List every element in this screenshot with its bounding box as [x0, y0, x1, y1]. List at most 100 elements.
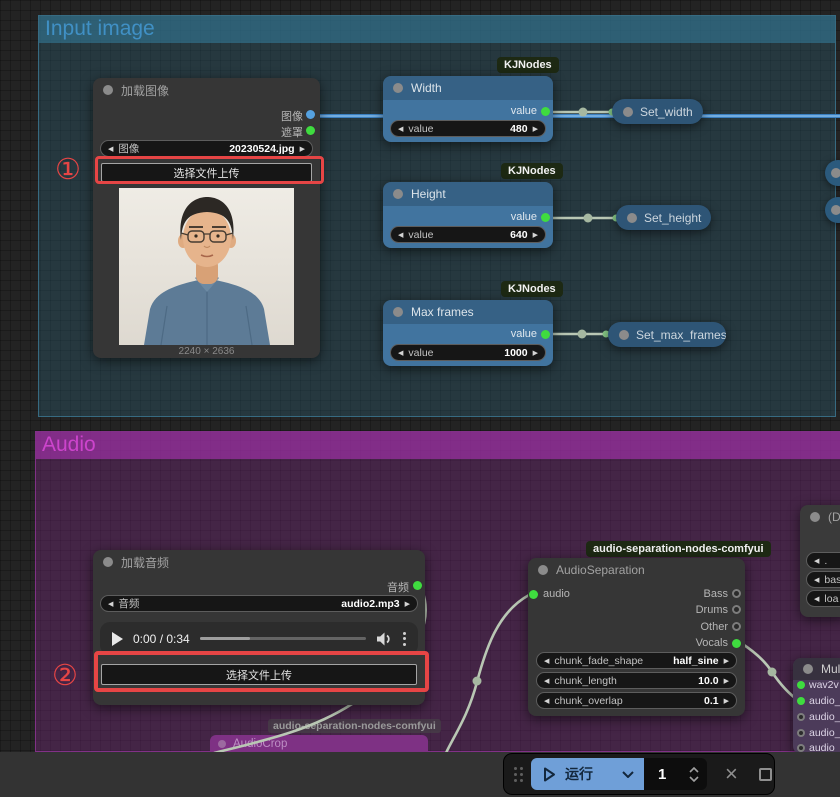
collapse-dot-icon[interactable]	[619, 329, 629, 340]
vocals-output-label: Vocals	[695, 637, 728, 649]
collapse-dot-icon[interactable]	[393, 189, 403, 199]
run-options-chevron-icon[interactable]	[622, 770, 634, 778]
node-width[interactable]: Width value ◀ value 480 ▶	[383, 76, 553, 142]
audio-input-slot[interactable]	[797, 744, 805, 752]
node-height[interactable]: Height value ◀ value 640 ▶	[383, 182, 553, 248]
node-width-titlebar[interactable]: Width	[383, 76, 553, 100]
node-partial-doc[interactable]: (Do ◀ . ◀ bas ◀ loa	[800, 505, 840, 617]
decrement-arrow-icon[interactable]: ◀	[398, 125, 403, 133]
node-height-titlebar[interactable]: Height	[383, 182, 553, 206]
node-partial-doc-titlebar[interactable]: (Do	[800, 505, 840, 529]
drums-output-label: Drums	[695, 604, 728, 616]
prev-arrow-icon[interactable]: ◀	[108, 145, 113, 153]
bass-output-slot[interactable]	[732, 589, 741, 598]
increment-arrow-icon[interactable]: ▶	[533, 125, 538, 133]
image-file-widget[interactable]: ◀ 图像 20230524.jpg ▶	[100, 140, 313, 157]
node-set-width[interactable]: Set_width	[612, 99, 703, 124]
player-menu-icon[interactable]	[403, 631, 406, 646]
decrement-arrow-icon[interactable]: ◀	[398, 231, 403, 239]
collapse-dot-icon[interactable]	[393, 307, 403, 317]
set-height-title: Set_height	[644, 210, 702, 225]
node-partial-multi-titlebar[interactable]: Mul	[793, 658, 840, 680]
node-set-height[interactable]: Set_height	[616, 205, 711, 230]
audio-seek-bar[interactable]	[199, 637, 366, 640]
height-value-widget[interactable]: ◀ value 640 ▶	[390, 226, 546, 243]
wav2v-input-slot[interactable]	[797, 681, 805, 689]
width-value-widget[interactable]: ◀ value 480 ▶	[390, 120, 546, 137]
collapse-dot-icon[interactable]	[538, 565, 548, 575]
collapse-dot-icon[interactable]	[623, 106, 633, 117]
audio-widget-name: 音频	[118, 598, 140, 610]
drums-output-slot[interactable]	[732, 605, 741, 614]
chunk-length-value: 10.0	[698, 674, 719, 687]
audio-input-slot[interactable]	[797, 713, 805, 721]
collapse-dot-icon[interactable]	[810, 512, 820, 522]
audio-input-slot[interactable]	[529, 590, 538, 599]
prev-arrow-icon[interactable]: ◀	[814, 595, 819, 603]
volume-icon[interactable]	[376, 632, 393, 646]
prev-arrow-icon[interactable]: ◀	[814, 557, 819, 565]
chunk-overlap-widget[interactable]: ◀ chunk_overlap 0.1 ▶	[536, 692, 737, 709]
partial-widget[interactable]: ◀ loa	[806, 590, 840, 607]
output-mask-slot[interactable]	[306, 126, 315, 135]
decrement-arrow-icon[interactable]: ◀	[544, 697, 549, 705]
node-partial-multi[interactable]: Mul wav2v audio_ audio_ audio_ audio	[793, 658, 840, 754]
increment-arrow-icon[interactable]: ▶	[533, 231, 538, 239]
vocals-output-slot[interactable]	[732, 639, 741, 648]
height-widget-name: value	[408, 228, 434, 241]
node-load-audio-titlebar[interactable]: 加载音频	[93, 550, 425, 574]
width-output-slot[interactable]	[541, 107, 550, 116]
next-arrow-icon[interactable]: ▶	[405, 600, 410, 608]
next-arrow-icon[interactable]: ▶	[300, 145, 305, 153]
increment-arrow-icon[interactable]: ▶	[724, 697, 729, 705]
audio-input-slot[interactable]	[797, 697, 805, 705]
queue-toolbar[interactable]: 运行 1 ×	[503, 753, 775, 795]
spinner-down-icon[interactable]	[689, 775, 699, 782]
decrement-arrow-icon[interactable]: ◀	[398, 349, 403, 357]
node-set-max-frames[interactable]: Set_max_frames	[608, 322, 726, 347]
prev-arrow-icon[interactable]: ◀	[544, 657, 549, 665]
partial-widget[interactable]: ◀ bas	[806, 571, 840, 588]
collapse-dot-icon[interactable]	[831, 168, 840, 178]
collapse-dot-icon[interactable]	[627, 212, 637, 223]
collapse-dot-icon[interactable]	[393, 83, 403, 93]
node-graph-canvas[interactable]: Input image Audio audio-separation-nodes…	[0, 0, 840, 797]
collapse-dot-icon[interactable]	[803, 664, 813, 674]
prev-arrow-icon[interactable]: ◀	[108, 600, 113, 608]
partial-widget-name: bas	[824, 573, 840, 586]
audio-output-slot[interactable]	[413, 581, 422, 590]
audio-file-widget[interactable]: ◀ 音频 audio2.mp3 ▶	[100, 595, 418, 612]
stop-icon[interactable]	[758, 767, 772, 781]
increment-arrow-icon[interactable]: ▶	[533, 349, 538, 357]
collapse-dot-icon[interactable]	[831, 205, 840, 215]
collapse-dot-icon[interactable]	[103, 557, 113, 567]
node-max-frames-titlebar[interactable]: Max frames	[383, 300, 553, 324]
max-frames-output-slot[interactable]	[541, 330, 550, 339]
height-output-slot[interactable]	[541, 213, 550, 222]
decrement-arrow-icon[interactable]: ◀	[544, 677, 549, 685]
drag-handle-icon[interactable]	[514, 766, 523, 782]
partial-widget-name: .	[824, 554, 828, 567]
clear-queue-icon[interactable]: ×	[725, 763, 738, 785]
node-max-frames[interactable]: Max frames value ◀ value 1000 ▶	[383, 300, 553, 366]
node-audio-separation-titlebar[interactable]: AudioSeparation	[528, 558, 745, 582]
chunk-fade-shape-widget[interactable]: ◀ chunk_fade_shape half_sine ▶	[536, 652, 737, 669]
chunk-length-widget[interactable]: ◀ chunk_length 10.0 ▶	[536, 672, 737, 689]
run-button[interactable]: 运行	[531, 758, 644, 790]
node-audio-separation[interactable]: AudioSeparation audio Bass Drums Other V…	[528, 558, 745, 716]
spinner-up-icon[interactable]	[689, 766, 699, 773]
output-image-slot[interactable]	[306, 110, 315, 119]
batch-count-spinner[interactable]: 1	[644, 758, 707, 790]
audio-input-slot[interactable]	[797, 729, 805, 737]
prev-arrow-icon[interactable]: ◀	[814, 576, 819, 584]
other-output-slot[interactable]	[732, 622, 741, 631]
audio-separation-badge: audio-separation-nodes-comfyui	[586, 541, 771, 557]
increment-arrow-icon[interactable]: ▶	[724, 677, 729, 685]
play-icon[interactable]	[112, 631, 123, 646]
partial-widget[interactable]: ◀ .	[806, 552, 840, 569]
node-load-image-titlebar[interactable]: 加载图像	[93, 78, 320, 102]
collapse-dot-icon[interactable]	[103, 85, 113, 95]
node-load-image[interactable]: 加载图像 图像 遮罩 ◀ 图像 20230524.jpg ▶ 选择文件上传 22…	[93, 78, 320, 358]
next-arrow-icon[interactable]: ▶	[724, 657, 729, 665]
max-frames-value-widget[interactable]: ◀ value 1000 ▶	[390, 344, 546, 361]
